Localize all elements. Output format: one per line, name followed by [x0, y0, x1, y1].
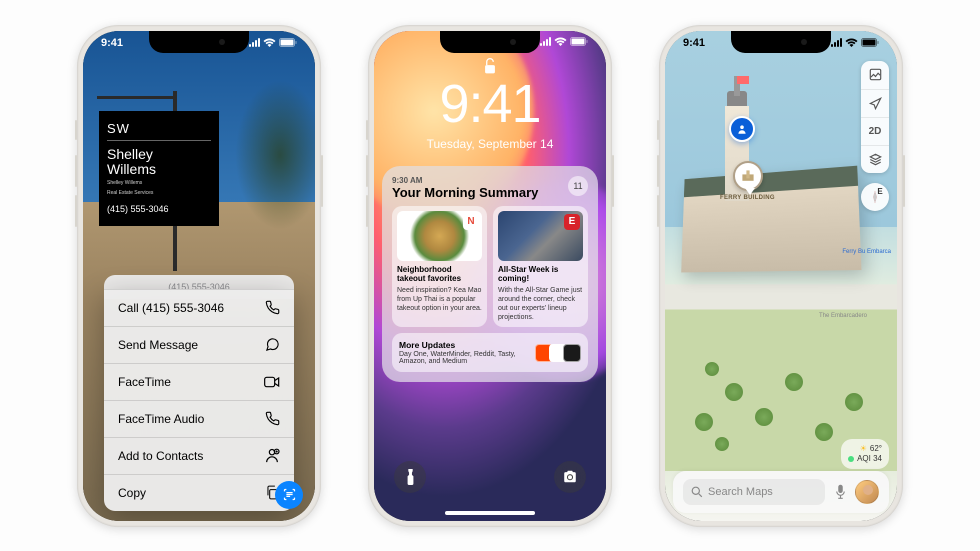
map-locate-button[interactable] — [861, 89, 889, 117]
summary-timestamp: 9:30 AM — [392, 176, 538, 185]
phone-icon — [264, 411, 280, 427]
menu-item-message[interactable]: Send Message — [104, 326, 294, 363]
summary-title: Your Morning Summary — [392, 185, 538, 200]
card-body: Need inspiration? Kea Mao from Up Thai i… — [397, 286, 482, 313]
menu-label: Copy — [118, 486, 146, 500]
more-title: More Updates — [399, 340, 539, 350]
menu-item-facetime[interactable]: FaceTime — [104, 363, 294, 400]
weather-badge[interactable]: ☀ 62° AQI 34 — [841, 439, 889, 468]
road-label: The Embarcadero — [819, 313, 867, 319]
menu-label: FaceTime Audio — [118, 412, 204, 426]
sign-name-2: Willems — [107, 162, 211, 177]
sign-sub-1: Shelley Willems — [107, 180, 211, 187]
home-indicator[interactable] — [445, 511, 535, 515]
weather-aqi: AQI 34 — [857, 454, 882, 464]
flashlight-button[interactable] — [394, 461, 426, 493]
lock-screen-date: Tuesday, September 14 — [374, 137, 606, 151]
card-body: With the All-Star Game just around the c… — [498, 286, 583, 322]
mic-button[interactable] — [833, 485, 847, 499]
context-menu: Call (415) 555-3046 Send Message FaceTim… — [104, 289, 294, 511]
status-time: 9:41 — [101, 37, 123, 49]
menu-item-add-contact[interactable]: Add to Contacts — [104, 437, 294, 474]
compass-button[interactable]: E — [861, 183, 889, 211]
notification-summary[interactable]: 9:30 AM Your Morning Summary 11 N Neighb… — [382, 166, 598, 383]
app-badge-news: N — [463, 214, 479, 230]
summary-count: 11 — [568, 176, 588, 196]
app-icon-stack — [539, 344, 581, 362]
status-time: 9:41 — [683, 37, 705, 49]
food-thumbnail: N — [397, 211, 482, 261]
summary-card-1[interactable]: N Neighborhood takeout favorites Need in… — [392, 206, 487, 328]
summary-card-2[interactable]: E All-Star Week is coming! With the All-… — [493, 206, 588, 328]
profile-avatar[interactable] — [855, 480, 879, 504]
more-updates[interactable]: More Updates Day One, WaterMinder, Reddi… — [392, 333, 588, 372]
search-placeholder: Search Maps — [708, 486, 773, 498]
map-2d-button[interactable]: 2D — [861, 117, 889, 145]
search-panel[interactable]: Search Maps — [673, 471, 889, 513]
person-add-icon — [264, 448, 280, 464]
detected-sign: SW Shelley Willems Shelley Willems Real … — [99, 111, 219, 227]
live-text-button[interactable] — [275, 481, 303, 509]
map-info-button[interactable] — [861, 61, 889, 89]
menu-label: FaceTime — [118, 375, 171, 389]
sign-logo: SW — [107, 121, 211, 136]
search-icon — [691, 486, 703, 498]
map-poi-pin[interactable] — [733, 161, 763, 191]
video-icon — [264, 374, 280, 390]
lock-screen-time: 9:41 — [374, 73, 606, 135]
map-stack-button[interactable] — [861, 145, 889, 173]
menu-item-facetime-audio[interactable]: FaceTime Audio — [104, 400, 294, 437]
camera-button[interactable] — [554, 461, 586, 493]
menu-item-call[interactable]: Call (415) 555-3046 — [104, 289, 294, 326]
map-controls: 2D — [861, 61, 889, 173]
menu-label: Add to Contacts — [118, 449, 203, 463]
sport-thumbnail: E — [498, 211, 583, 261]
menu-label: Call (415) 555-3046 — [118, 301, 224, 315]
card-title: Neighborhood takeout favorites — [397, 265, 482, 284]
poi-label: FERRY BUILDING — [720, 195, 775, 201]
menu-item-copy[interactable]: Copy — [104, 474, 294, 511]
map-building — [681, 165, 861, 272]
app-badge-espn: E — [564, 214, 580, 230]
sign-phone: (415) 555-3046 — [107, 204, 211, 214]
weather-temp: 62° — [870, 444, 882, 454]
sign-name-1: Shelley — [107, 147, 211, 162]
ferry-label: Ferry Bu Embarca — [842, 249, 891, 255]
map-pin-user[interactable] — [729, 116, 755, 142]
menu-label: Send Message — [118, 338, 198, 352]
message-icon — [264, 337, 280, 353]
more-body: Day One, WaterMinder, Reddit, Tasty, Ama… — [399, 351, 539, 365]
card-title: All-Star Week is coming! — [498, 265, 583, 284]
search-input[interactable]: Search Maps — [683, 479, 825, 505]
phone-icon — [264, 300, 280, 316]
sign-sub-2: Real Estate Services — [107, 190, 211, 197]
